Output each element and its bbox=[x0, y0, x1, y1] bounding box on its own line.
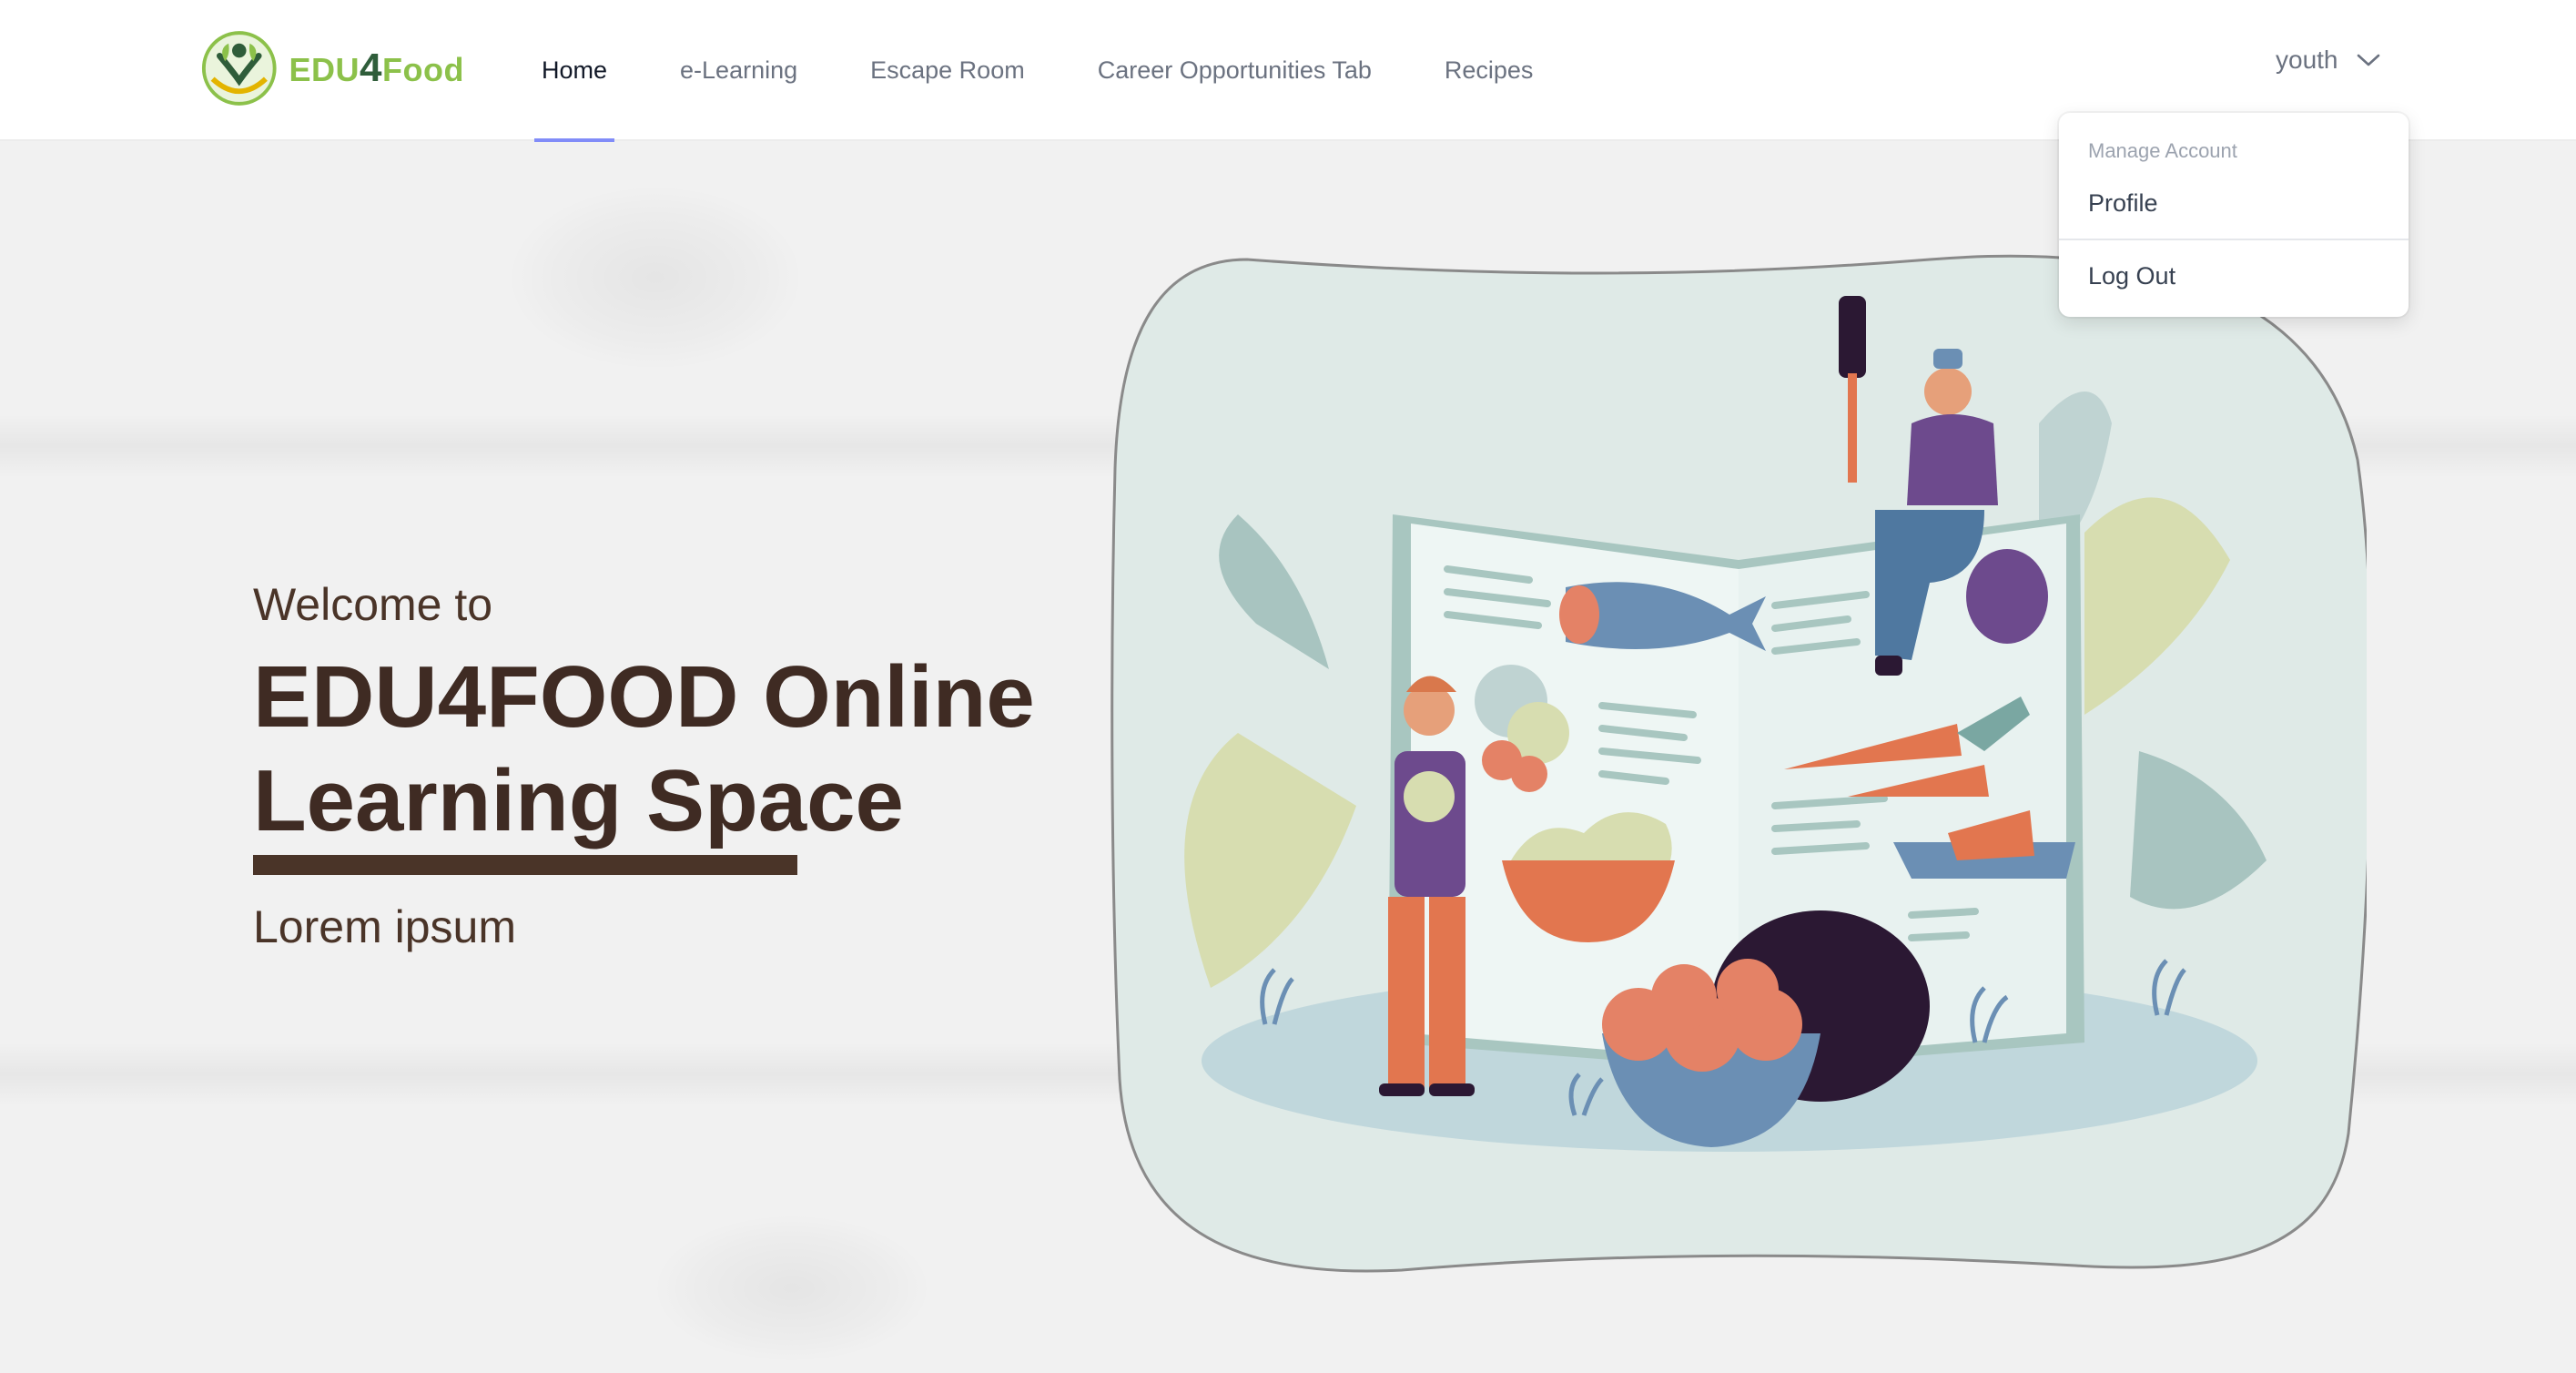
welcome-text: Welcome to bbox=[253, 579, 493, 630]
nav-link-escape-room[interactable]: Escape Room bbox=[870, 0, 1025, 141]
logo-text-left: EDU bbox=[289, 51, 360, 88]
logo-text-right: Food bbox=[382, 51, 464, 88]
hero-subtitle: Lorem ipsum bbox=[253, 901, 516, 952]
tomato bbox=[1651, 964, 1717, 1030]
nav-link-home[interactable]: Home bbox=[533, 0, 615, 142]
brand-logo[interactable]: EDU4Food bbox=[200, 27, 464, 109]
dropdown-header: Manage Account bbox=[2088, 139, 2237, 162]
main-nav: Home e-Learning Escape Room Career Oppor… bbox=[533, 0, 1606, 142]
nav-link-recipes[interactable]: Recipes bbox=[1445, 0, 1534, 141]
nav-link-career-opportunities[interactable]: Career Opportunities Tab bbox=[1098, 0, 1372, 141]
cooking-illustration bbox=[1111, 254, 2367, 1273]
wood-knot bbox=[510, 187, 801, 369]
apple bbox=[1511, 756, 1547, 792]
logo-wordmark: EDU4Food bbox=[289, 46, 464, 91]
user-menu-trigger[interactable]: youth bbox=[2276, 46, 2380, 75]
hero-title-line-2: Learning Space bbox=[253, 752, 904, 849]
dropdown-divider bbox=[2059, 239, 2409, 240]
hero-section: Welcome to EDU4FOOD Online Learning Spac… bbox=[0, 141, 2576, 1373]
tomato bbox=[1717, 959, 1779, 1021]
hero-text-block: Welcome to EDU4FOOD Online Learning Spac… bbox=[253, 578, 1072, 953]
title-underline bbox=[253, 855, 797, 875]
eggplant-small bbox=[1966, 549, 2048, 644]
hero-title-line-1: EDU4FOOD Online bbox=[253, 648, 1035, 746]
chevron-down-icon bbox=[2357, 54, 2379, 66]
logout-menu-item[interactable]: Log Out bbox=[2059, 244, 2409, 308]
profile-menu-item[interactable]: Profile bbox=[2059, 171, 2409, 235]
logo-emblem-icon bbox=[201, 31, 277, 106]
logo-text-mid: 4 bbox=[360, 46, 383, 90]
wood-knot bbox=[655, 1215, 928, 1361]
account-dropdown: Manage Account Profile Log Out bbox=[2059, 113, 2409, 317]
nav-link-e-learning[interactable]: e-Learning bbox=[680, 0, 797, 141]
username: youth bbox=[2276, 46, 2338, 74]
fish-head bbox=[1559, 585, 1599, 644]
